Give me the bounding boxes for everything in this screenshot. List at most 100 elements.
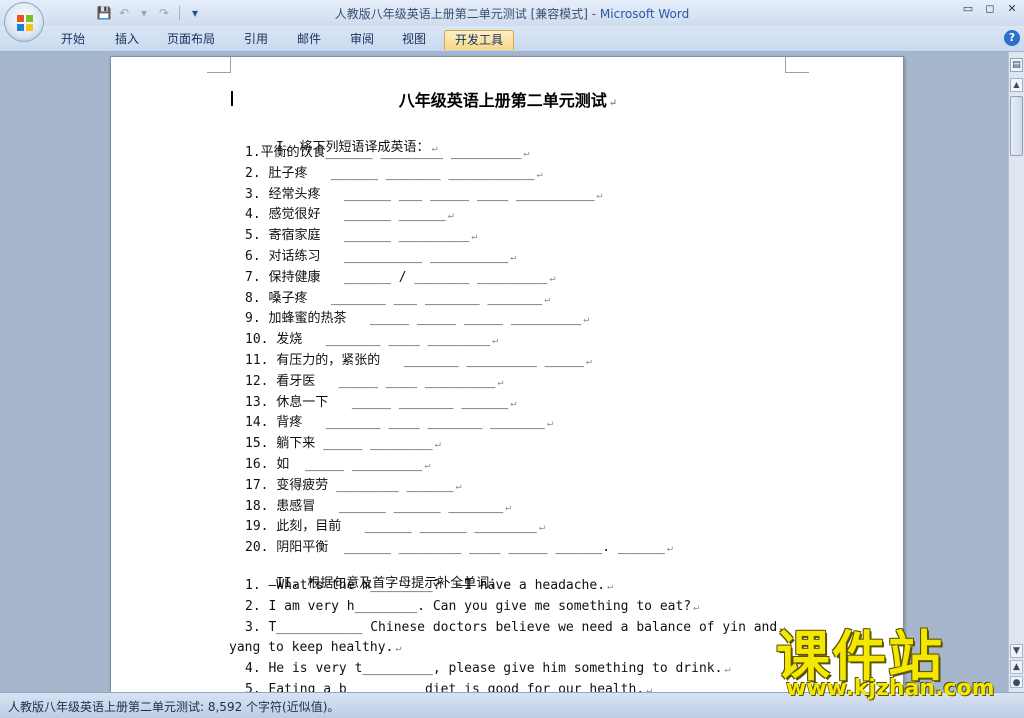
list-item-text: 6. 对话练习 __________ __________ [245, 249, 509, 264]
list-item-text: 20. 阴阳平衡 ______ ________ ____ _____ ____… [245, 540, 665, 556]
window-title: 人教版八年级英语上册第二单元测试 [兼容模式] - Microsoft Word [0, 5, 1024, 22]
paragraph-mark: ↵ [693, 601, 700, 613]
list-item: 2. I am very h________. Can you give me … [245, 599, 699, 614]
paragraph-mark: ↵ [505, 501, 512, 513]
vertical-scrollbar[interactable]: ▤ ▲ ▼ ▲ ● [1008, 52, 1024, 692]
list-item: 4. He is very t_________, please give hi… [245, 661, 730, 676]
list-item-text: 10. 发烧 _______ ____ ________ [245, 332, 491, 348]
crop-mark [207, 57, 231, 73]
list-item: 4. 感觉很好 ______ ______ ↵ [245, 203, 454, 222]
paragraph-mark: ↵ [608, 98, 618, 109]
previous-page-icon[interactable]: ▲ [1010, 660, 1023, 674]
paragraph-mark: ↵ [544, 293, 551, 305]
list-item-text: 3. 经常头疼 ______ ___ _____ ____ __________ [245, 186, 595, 202]
tab-view[interactable]: 视图 [392, 30, 436, 50]
list-item-text: 1. —What’s the m________? —I have a head… [245, 578, 606, 593]
list-item-text: 11. 有压力的，紧张的 _______ _________ _____ [245, 353, 584, 368]
list-item-text: 1.平衡的饮食______ ________ _________ [245, 145, 522, 160]
list-item: 18. 患感冒 ______ ______ _______ ↵ [245, 495, 511, 514]
scroll-thumb[interactable] [1010, 96, 1023, 156]
document-title-text: 八年级英语上册第二单元测试 [398, 91, 607, 110]
paragraph-mark: ↵ [538, 522, 546, 534]
list-item-text: 5. 寄宿家庭 ______ _________ [245, 228, 470, 244]
scroll-down-icon[interactable]: ▼ [1010, 644, 1023, 658]
paragraph-mark: ↵ [583, 314, 590, 326]
paragraph-mark: ↵ [434, 439, 441, 451]
list-item: yang to keep healthy. ↵ [229, 640, 401, 655]
tab-developer[interactable]: 开发工具 [444, 30, 515, 50]
paragraph-mark: ↵ [492, 335, 499, 347]
paragraph-mark: ↵ [596, 189, 603, 201]
list-item: 10. 发烧 _______ ____ ________ ↵ [245, 328, 498, 347]
paragraph-mark: ↵ [666, 543, 673, 555]
paragraph-mark: ↵ [523, 148, 530, 159]
list-item-text: yang to keep healthy. [229, 640, 394, 656]
office-button[interactable] [4, 2, 44, 42]
list-item-text: 13. 休息一下 _____ _______ ______ [245, 394, 509, 410]
list-item: 9. 加蜂蜜的热茶 _____ _____ _____ _________ ↵ [245, 307, 589, 326]
watermark: 课件站 www.kjzhan.com [776, 612, 1008, 712]
select-browse-object-icon[interactable]: ● [1010, 676, 1023, 688]
list-item: 3. 经常头疼 ______ ___ _____ ____ __________… [245, 183, 602, 202]
list-item: 1.平衡的饮食______ ________ _________ ↵ [245, 141, 529, 160]
paragraph-mark: ↵ [536, 168, 543, 180]
tab-review[interactable]: 审阅 [340, 30, 384, 50]
paragraph-mark: ↵ [395, 643, 402, 655]
paragraph-mark: ↵ [455, 480, 462, 492]
ribbon-tabs: 开始 插入 页面布局 引用 邮件 审阅 视图 开发工具 ? [0, 26, 1024, 52]
paragraph-mark: ↵ [447, 210, 454, 222]
list-item-text: 14. 背疼 _______ ____ _______ _______ [245, 415, 545, 431]
list-item-text: 18. 患感冒 ______ ______ _______ [245, 498, 504, 514]
list-item: 13. 休息一下 _____ _______ ______ ↵ [245, 391, 516, 410]
paragraph-mark: ↵ [646, 685, 653, 692]
scroll-up-icon[interactable]: ▲ [1010, 78, 1023, 92]
list-item-text: 17. 变得疲劳 ________ ______ [245, 477, 454, 493]
tab-insert[interactable]: 插入 [105, 30, 149, 50]
paragraph-mark: ↵ [724, 664, 731, 676]
list-item-text: 4. He is very t_________, please give hi… [245, 661, 723, 677]
restore-icon[interactable]: ◻ [982, 2, 998, 16]
tab-mailings[interactable]: 邮件 [287, 30, 331, 50]
list-item: 5. 寄宿家庭 ______ _________ ↵ [245, 224, 477, 243]
list-item: 11. 有压力的，紧张的 _______ _________ _____ ↵ [245, 349, 592, 368]
list-item: 16. 如 _____ _________ ↵ [245, 453, 430, 472]
list-item-text: 16. 如 _____ _________ [245, 457, 423, 472]
list-item: 12. 看牙医 _____ ____ _________ ↵ [245, 370, 503, 389]
paragraph-mark: ↵ [549, 272, 556, 284]
watermark-url: www.kjzhan.com [786, 676, 995, 701]
document-page[interactable]: 八年级英语上册第二单元测试 ↵ I. 将下列短语译成英语： ↵ 1.平衡的饮食___… [110, 56, 904, 692]
paragraph-mark: ↵ [471, 231, 478, 243]
list-item-text: 3. T___________ Chinese doctors believe … [245, 619, 778, 635]
help-icon[interactable]: ? [1004, 30, 1020, 46]
paragraph-mark: ↵ [585, 356, 592, 367]
view-ruler-icon[interactable]: ▤ [1010, 58, 1023, 72]
tab-references[interactable]: 引用 [234, 30, 278, 50]
paragraph-mark: ↵ [497, 376, 504, 388]
list-item: 6. 对话练习 __________ __________ ↵ [245, 245, 516, 264]
list-item: 19. 此刻，目前 ______ ______ ________ ↵ [245, 515, 545, 534]
paragraph-mark: ↵ [607, 581, 614, 592]
list-item-text: 5. Eating a b_________ diet is good for … [245, 682, 645, 692]
list-item: 20. 阴阳平衡 ______ ________ ____ _____ ____… [245, 536, 673, 555]
paragraph-mark: ↵ [546, 418, 553, 430]
list-item: 17. 变得疲劳 ________ ______ ↵ [245, 474, 462, 493]
list-item: 3. T___________ Chinese doctors believe … [245, 620, 785, 635]
list-item-text: 15. 躺下来 _____ ________ [245, 436, 433, 452]
list-item: 5. Eating a b_________ diet is good for … [245, 682, 652, 692]
list-item: 15. 躺下来 _____ ________ ↵ [245, 432, 441, 451]
minimize-icon[interactable]: ▭ [960, 2, 976, 16]
list-item-text: 4. 感觉很好 ______ ______ [245, 207, 446, 223]
list-item-text: 2. 肚子疼 ______ _______ ___________ [245, 165, 535, 181]
app-name: Microsoft Word [599, 7, 690, 21]
list-item-text: 9. 加蜂蜜的热茶 _____ _____ _____ _________ [245, 311, 582, 327]
title-bar: 💾 ↶ ▾ ↷ ▾ 人教版八年级英语上册第二单元测试 [兼容模式] - Micr… [0, 0, 1024, 26]
tab-page-layout[interactable]: 页面布局 [157, 30, 225, 50]
list-item-text: 7. 保持健康 ______ / _______ _________ [245, 269, 548, 285]
paragraph-mark: ↵ [510, 397, 517, 409]
close-icon[interactable]: ✕ [1004, 2, 1020, 16]
list-item: 1. —What’s the m________? —I have a head… [245, 578, 613, 593]
window-controls: ▭ ◻ ✕ [960, 2, 1020, 16]
list-item-text: 19. 此刻，目前 ______ ______ ________ [245, 519, 537, 535]
tab-home[interactable]: 开始 [51, 30, 95, 50]
list-item: 8. 嗓子疼 _______ ___ _______ _______ ↵ [245, 287, 550, 306]
